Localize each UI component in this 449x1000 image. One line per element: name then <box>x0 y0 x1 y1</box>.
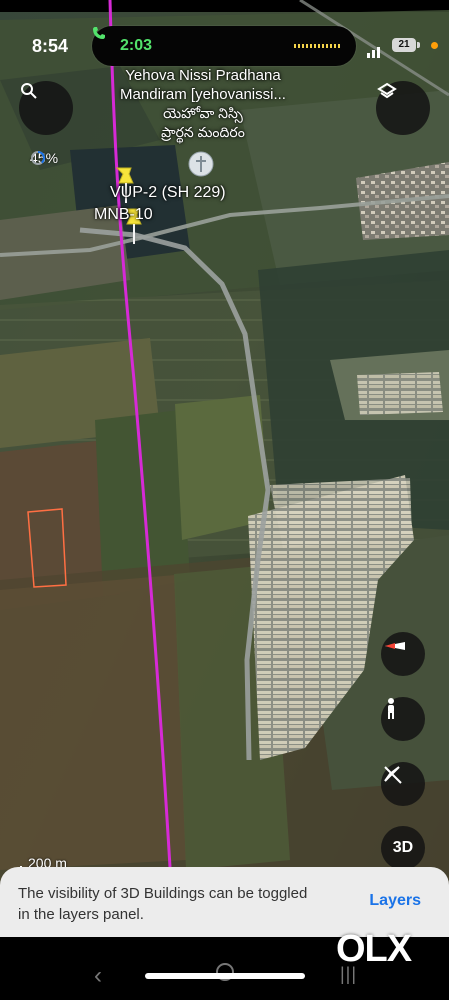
compass-icon <box>385 642 405 650</box>
back-icon[interactable]: ‹ <box>94 962 102 990</box>
compass-button[interactable] <box>381 632 425 676</box>
pegman-icon <box>388 698 394 719</box>
poi-name-line4: ప్రార్థన మందిరం <box>161 124 245 140</box>
location-off-icon <box>384 766 402 784</box>
watermark-logo: OLX <box>336 928 412 970</box>
battery-tip <box>417 42 420 48</box>
cellular-signal-icon <box>367 40 382 58</box>
download-progress: 45% <box>30 150 58 166</box>
home-indicator[interactable] <box>145 973 305 979</box>
status-time: 8:54 <box>32 36 69 56</box>
poi-name-line3: యెహోవా నిస్సి <box>163 105 243 121</box>
layers-icon <box>377 82 397 99</box>
location-off-button[interactable] <box>381 762 425 806</box>
phone-icon <box>93 27 105 39</box>
poi-name-line2: Mandiram [yehovanissi... <box>120 86 286 103</box>
church-marker[interactable] <box>187 150 215 178</box>
layers-button[interactable] <box>376 81 430 135</box>
layers-toast: The visibility of 3D Buildings can be to… <box>0 867 449 937</box>
pin-label-vup-2[interactable]: VUP-2 (SH 229) <box>110 184 226 202</box>
search-button[interactable] <box>19 81 73 135</box>
street-view-button[interactable] <box>381 697 425 741</box>
audio-activity-indicator <box>294 44 340 48</box>
progress-ring-icon <box>31 151 45 165</box>
three-d-label: 3D <box>392 839 414 856</box>
search-icon <box>21 83 37 99</box>
poi-label[interactable]: Yehova Nissi Pradhana Mandiram [yehovani… <box>108 66 298 142</box>
satellite-map[interactable]: 8:54 2:03 21 Yehova Nissi Pradhana Mandi… <box>0 0 449 1000</box>
toast-layers-button[interactable]: Layers <box>369 892 421 910</box>
three-d-button[interactable]: 3D <box>381 826 425 870</box>
battery-indicator: 21 <box>392 38 416 52</box>
toast-message: The visibility of 3D Buildings can be to… <box>18 885 308 923</box>
privacy-indicator-dot <box>431 42 438 49</box>
poi-name-line1: Yehova Nissi Pradhana <box>125 67 281 84</box>
pin-label-mnb-10[interactable]: MNB-10 <box>94 206 153 224</box>
call-timer: 2:03 <box>120 37 153 54</box>
active-call-pill[interactable]: 2:03 <box>92 26 356 66</box>
